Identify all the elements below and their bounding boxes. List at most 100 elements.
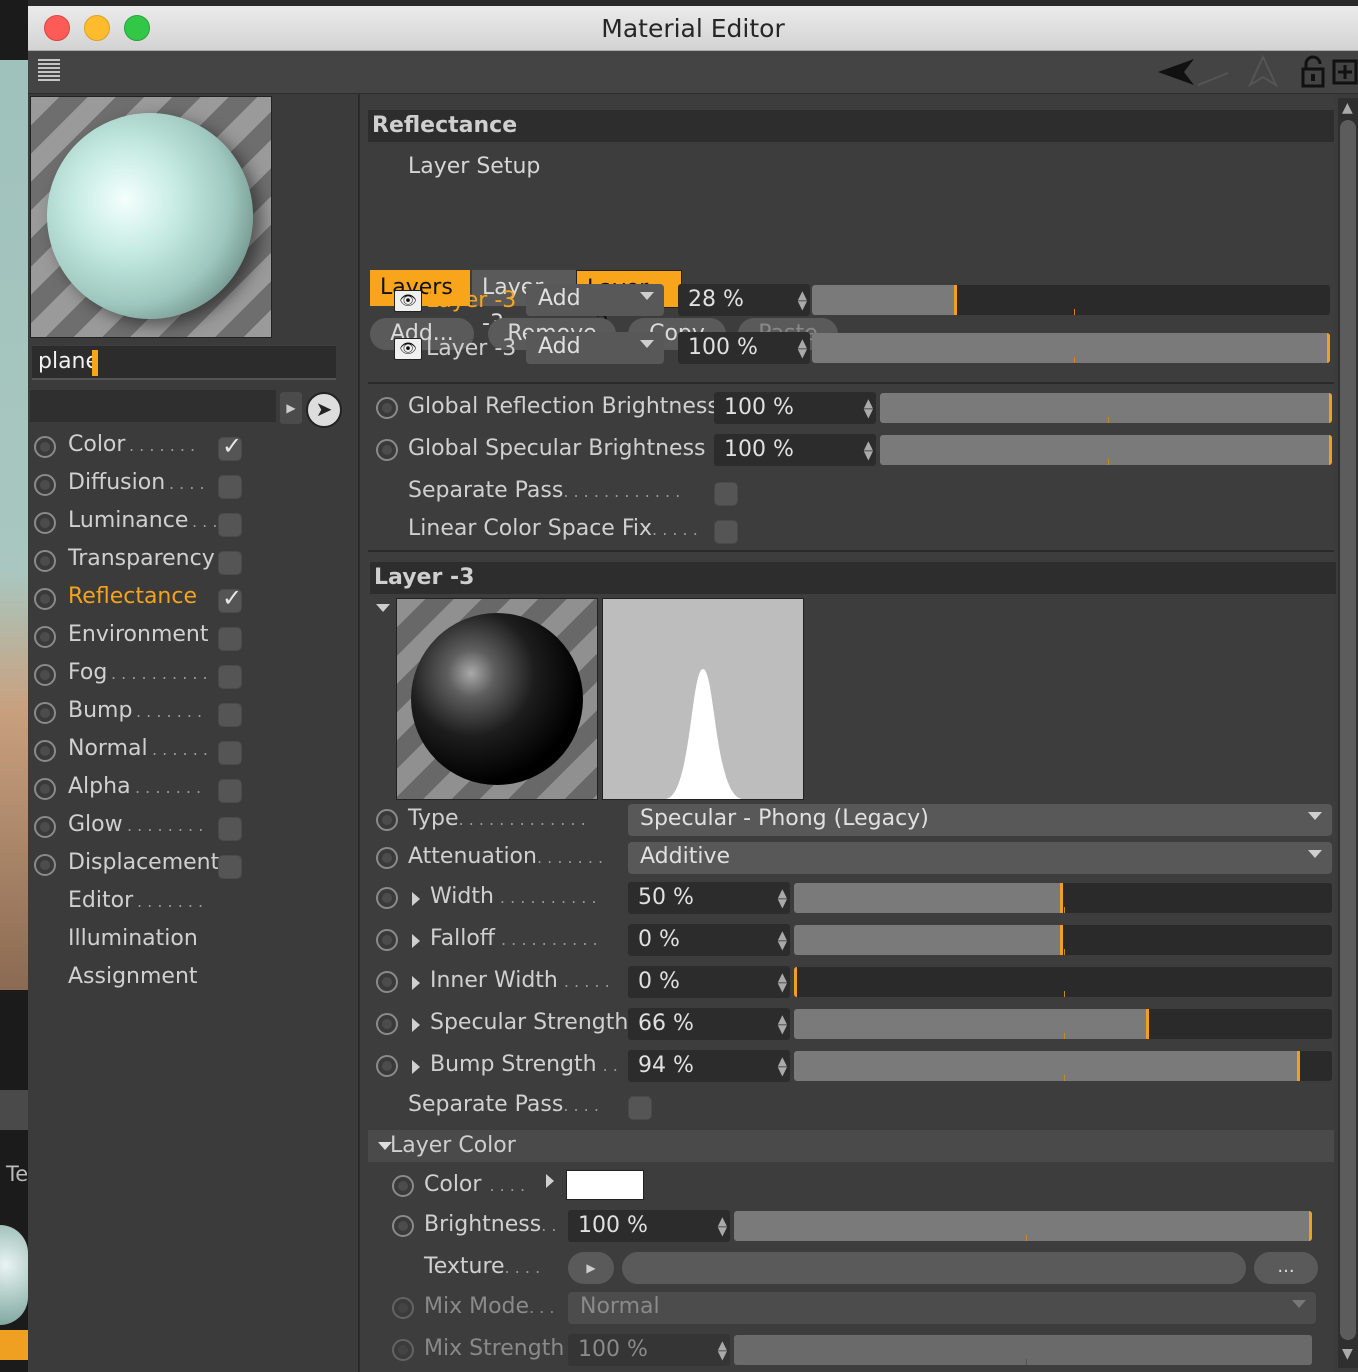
type-dropdown[interactable]: Specular - Phong (Legacy) xyxy=(628,804,1332,836)
channel-radio[interactable] xyxy=(34,740,56,762)
back-arrow-icon[interactable] xyxy=(1156,57,1196,87)
param-field[interactable]: 94 % ▲ ▼ xyxy=(628,1050,790,1082)
layer-mode-dropdown[interactable]: Add xyxy=(526,284,664,316)
channel-radio[interactable] xyxy=(34,854,56,876)
channel-radio[interactable] xyxy=(34,778,56,800)
global-specular-brightness-slider[interactable] xyxy=(880,435,1332,465)
animate-radio[interactable] xyxy=(376,1013,398,1035)
param-field[interactable]: 0 % ▲ ▼ xyxy=(628,924,790,956)
layer-opacity-field[interactable]: 100 % ▲ ▼ xyxy=(678,332,810,364)
param-slider[interactable] xyxy=(794,1009,1332,1039)
channel-item[interactable]: Color . . . . . . . xyxy=(28,430,348,464)
channel-item[interactable]: Luminance. . . xyxy=(28,506,348,540)
grip-icon[interactable] xyxy=(38,59,60,81)
expand-triangle-icon[interactable] xyxy=(412,934,420,948)
channel-item[interactable]: Reflectance xyxy=(28,582,348,616)
channel-item[interactable]: Environment xyxy=(28,620,348,654)
separate-pass-checkbox[interactable] xyxy=(714,482,738,506)
link-field[interactable] xyxy=(30,390,276,422)
channel-radio[interactable] xyxy=(34,626,56,648)
expand-triangle-icon[interactable] xyxy=(412,892,420,906)
animate-radio[interactable] xyxy=(376,397,398,419)
channel-item[interactable]: Fog . . . . . . . . . . xyxy=(28,658,348,692)
channel-checkbox[interactable] xyxy=(218,432,242,461)
channel-item[interactable]: Alpha . . . . . . . xyxy=(28,772,348,806)
visibility-eye-icon[interactable]: 👁 xyxy=(394,290,422,312)
brightness-field[interactable]: 100 % ▲ ▼ xyxy=(568,1210,730,1242)
linear-color-fix-checkbox[interactable] xyxy=(714,520,738,544)
layer-row[interactable]: 👁 Layer -3 Add 100 % ▲ ▼ xyxy=(360,332,1330,368)
animate-radio[interactable] xyxy=(376,1055,398,1077)
color-swatch[interactable] xyxy=(566,1170,644,1200)
channel-checkbox[interactable] xyxy=(218,584,242,613)
channel-item[interactable]: Displacement xyxy=(28,848,348,882)
up-arrow-icon[interactable] xyxy=(1248,55,1278,87)
animate-radio[interactable] xyxy=(392,1175,414,1197)
channel-checkbox[interactable] xyxy=(218,741,242,765)
channel-checkbox[interactable] xyxy=(218,665,242,689)
new-window-icon[interactable] xyxy=(1332,59,1358,85)
layer-opacity-slider[interactable] xyxy=(812,333,1330,363)
texture-more-button[interactable]: ... xyxy=(1254,1252,1318,1284)
channel-item[interactable]: Illumination xyxy=(28,924,348,958)
param-field[interactable]: 50 % ▲ ▼ xyxy=(628,882,790,914)
channel-radio[interactable] xyxy=(34,474,56,496)
param-field[interactable]: 66 % ▲ ▼ xyxy=(628,1008,790,1040)
channel-radio[interactable] xyxy=(34,816,56,838)
animate-radio[interactable] xyxy=(392,1297,414,1319)
forward-arrow-icon[interactable] xyxy=(1196,57,1230,87)
channel-checkbox[interactable] xyxy=(218,551,242,575)
layer-row[interactable]: 👁 Layer -3 Add 28 % ▲ ▼ xyxy=(360,284,1330,320)
channel-radio[interactable] xyxy=(34,664,56,686)
channel-checkbox[interactable] xyxy=(218,817,242,841)
animate-radio[interactable] xyxy=(376,971,398,993)
material-preview[interactable] xyxy=(30,96,272,338)
link-arrow-button[interactable]: ▶ xyxy=(280,392,302,424)
animate-radio[interactable] xyxy=(392,1215,414,1237)
param-slider[interactable] xyxy=(794,925,1332,955)
param-slider[interactable] xyxy=(794,883,1332,913)
channel-item[interactable]: Assignment xyxy=(28,962,348,996)
expand-triangle-icon[interactable] xyxy=(412,1018,420,1032)
mix-strength-slider[interactable] xyxy=(734,1335,1312,1365)
animate-radio[interactable] xyxy=(376,887,398,909)
title-bar[interactable]: Material Editor xyxy=(28,6,1358,51)
channel-item[interactable]: Diffusion . . . . xyxy=(28,468,348,502)
channel-radio[interactable] xyxy=(34,588,56,610)
animate-radio[interactable] xyxy=(376,847,398,869)
color-expand-icon[interactable] xyxy=(546,1174,554,1188)
animate-radio[interactable] xyxy=(376,439,398,461)
texture-arrow-button[interactable]: ▶ xyxy=(568,1252,614,1284)
collapse-triangle-icon[interactable] xyxy=(376,604,390,612)
layer-opacity-slider[interactable] xyxy=(812,285,1330,315)
channel-checkbox[interactable] xyxy=(218,475,242,499)
channel-radio[interactable] xyxy=(34,512,56,534)
channel-radio[interactable] xyxy=(34,702,56,724)
layer-opacity-field[interactable]: 28 % ▲ ▼ xyxy=(678,284,810,316)
channel-item[interactable]: Transparency xyxy=(28,544,348,578)
texture-field[interactable] xyxy=(622,1252,1246,1284)
animate-radio[interactable] xyxy=(376,929,398,951)
global-reflection-brightness-slider[interactable] xyxy=(880,393,1332,423)
animate-radio[interactable] xyxy=(376,809,398,831)
animate-radio[interactable] xyxy=(392,1339,414,1361)
layer-separate-pass-checkbox[interactable] xyxy=(628,1096,652,1120)
expand-triangle-icon[interactable] xyxy=(412,1060,420,1074)
channel-radio[interactable] xyxy=(34,436,56,458)
brightness-slider[interactable] xyxy=(734,1211,1312,1241)
mix-mode-dropdown[interactable]: Normal xyxy=(568,1292,1316,1324)
material-name-field[interactable]: plane xyxy=(32,346,336,380)
expand-triangle-icon[interactable] xyxy=(412,976,420,990)
param-field[interactable]: 0 % ▲ ▼ xyxy=(628,966,790,998)
mix-strength-field[interactable]: 100 % ▲ ▼ xyxy=(568,1334,730,1366)
scrollbar[interactable]: ▲ ▼ xyxy=(1338,98,1358,1368)
pick-object-icon[interactable]: ➤ xyxy=(306,392,342,428)
channel-item[interactable]: Glow . . . . . . . . xyxy=(28,810,348,844)
visibility-eye-icon[interactable]: 👁 xyxy=(394,338,422,360)
param-slider[interactable] xyxy=(794,1051,1332,1081)
channel-checkbox[interactable] xyxy=(218,703,242,727)
channel-item[interactable]: Bump . . . . . . . xyxy=(28,696,348,730)
channel-checkbox[interactable] xyxy=(218,513,242,537)
param-slider[interactable] xyxy=(794,967,1332,997)
channel-checkbox[interactable] xyxy=(218,627,242,651)
